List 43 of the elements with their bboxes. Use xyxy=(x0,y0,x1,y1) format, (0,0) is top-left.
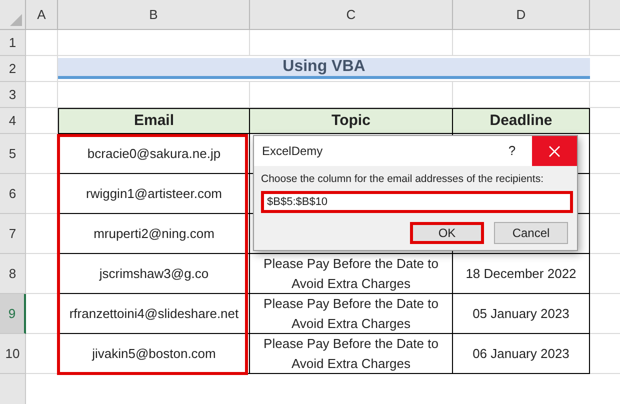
row-header[interactable]: 10 xyxy=(0,334,26,374)
row-header[interactable]: 6 xyxy=(0,174,26,214)
column-header[interactable]: C xyxy=(250,0,453,30)
help-button[interactable]: ? xyxy=(492,136,532,166)
title-banner: Using VBA xyxy=(58,58,590,79)
row-header[interactable]: 3 xyxy=(0,82,26,108)
column-header[interactable]: B xyxy=(58,0,250,30)
table-cell: 18 December 2022 xyxy=(453,254,590,294)
empty-cell[interactable] xyxy=(453,30,590,56)
ok-button[interactable]: OK xyxy=(410,222,484,244)
row-header[interactable]: 5 xyxy=(0,134,26,174)
row-header[interactable]: 8 xyxy=(0,254,26,294)
table-header-cell: Topic xyxy=(250,108,453,134)
table-cell: bcracie0@sakura.ne.jp xyxy=(58,134,250,174)
close-icon xyxy=(549,146,560,156)
empty-cell[interactable] xyxy=(250,30,453,56)
select-all-corner[interactable] xyxy=(0,0,26,30)
range-input-field[interactable]: $B$5:$B$10 xyxy=(261,190,573,213)
table-cell: jscrimshaw3@g.co xyxy=(58,254,250,294)
dialog-title: ExcelDemy xyxy=(261,143,324,160)
table-cell: mruperti2@ning.com xyxy=(58,214,250,254)
row-header[interactable]: 1 xyxy=(0,30,26,56)
column-header[interactable]: D xyxy=(453,0,590,30)
row-header[interactable]: 9 xyxy=(0,294,26,334)
column-header[interactable] xyxy=(590,0,620,30)
dialog-prompt: Choose the column for the email addresses of the recipients: xyxy=(261,172,544,187)
row-header[interactable]: 4 xyxy=(0,108,26,134)
table-cell: rfranzettoini4@slideshare.net xyxy=(58,294,250,334)
row-header[interactable] xyxy=(0,374,26,404)
empty-cell[interactable] xyxy=(58,30,250,56)
table-header-cell: Deadline xyxy=(453,108,590,134)
table-cell: Please Pay Before the Date to Avoid Extra Charges xyxy=(250,294,453,334)
close-button[interactable] xyxy=(532,136,577,166)
table-cell: 05 January 2023 xyxy=(453,294,590,334)
column-header[interactable]: A xyxy=(26,0,58,30)
table-cell: Please Pay Before the Date to Avoid Extra Charges xyxy=(250,334,453,374)
table-header-cell: Email xyxy=(58,108,250,134)
table-cell: 06 January 2023 xyxy=(453,334,590,374)
table-cell: Please Pay Before the Date to Avoid Extra Charges xyxy=(250,254,453,294)
row-header[interactable]: 7 xyxy=(0,214,26,254)
cancel-button[interactable]: Cancel xyxy=(494,222,568,244)
table-cell: rwiggin1@artisteer.com xyxy=(58,174,250,214)
row-header[interactable]: 2 xyxy=(0,56,26,82)
